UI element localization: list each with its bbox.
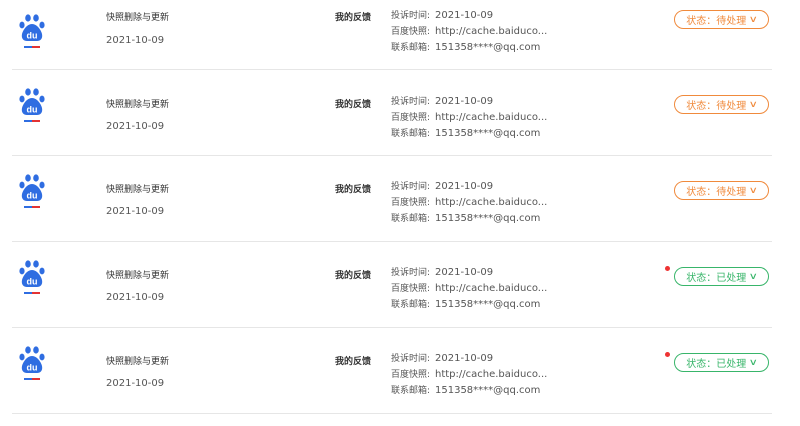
contact-email: 151358****@qq.com [435,42,541,53]
contact-email: 151358****@qq.com [435,128,541,139]
feedback-row[interactable]: du 快照删除与更新 2021-10-09 我的反馈 投诉时间: 2021-10-… [12,70,772,156]
svg-text:du: du [27,105,38,115]
complaint-time-label: 投诉时间: [391,354,431,364]
item-info: 投诉时间: 2021-10-09 百度快照: http://cache.baiduc… [391,351,547,399]
feedback-link[interactable]: 我的反馈 [335,268,371,281]
svg-text:du: du [27,277,38,287]
snapshot-url[interactable]: http://cache.baiduco... [435,283,547,294]
item-title: 快照删除与更新 [106,357,170,367]
contact-email: 151358****@qq.com [435,213,541,224]
unread-dot [665,266,670,271]
unread-dot [665,352,670,357]
status-label: 状态：待处理 [686,16,747,27]
feedback-link[interactable]: 我的反馈 [335,10,371,23]
chevron-down-icon: ∨ [748,99,759,110]
snapshot-url[interactable]: http://cache.baiduco... [435,112,547,123]
complaint-time-label: 投诉时间: [391,182,431,192]
contact-email: 151358****@qq.com [435,299,541,310]
snapshot-url[interactable]: http://cache.baiduco... [435,369,547,380]
snapshot-url[interactable]: http://cache.baiduco... [435,197,547,208]
status-dropdown[interactable]: 状态：待处理 ∨ [674,10,769,29]
feedback-row[interactable]: du 快照删除与更新 2021-10-09 我的反馈 投诉时间: 2021-10-… [12,156,772,242]
item-title: 快照删除与更新 [106,13,170,23]
chevron-down-icon: ∨ [748,14,759,25]
status-label: 状态：已处理 [686,273,747,284]
chevron-down-icon: ∨ [748,357,759,368]
baidu-logo-icon: du [18,259,46,297]
svg-text:du: du [27,363,38,373]
complaint-time-label: 投诉时间: [391,11,431,21]
feedback-row[interactable]: du 快照删除与更新 2021-10-09 我的反馈 投诉时间: 2021-10-… [12,328,772,414]
feedback-row[interactable]: du 快照删除与更新 2021-10-09 我的反馈 投诉时间: 2021-10-… [12,0,772,70]
item-title: 快照删除与更新 [106,271,170,281]
email-label: 联系邮箱: [391,214,431,224]
item-date: 2021-10-09 [106,292,165,303]
item-info: 投诉时间: 2021-10-09 百度快照: http://cache.baiduc… [391,94,547,142]
email-label: 联系邮箱: [391,43,431,53]
email-label: 联系邮箱: [391,129,431,139]
snapshot-url[interactable]: http://cache.baiduco... [435,26,547,37]
svg-text:du: du [27,191,38,201]
item-info: 投诉时间: 2021-10-09 百度快照: http://cache.baiduc… [391,179,547,227]
baidu-logo-icon: du [18,87,46,125]
item-date: 2021-10-09 [106,206,165,217]
status-dropdown[interactable]: 状态：已处理 ∨ [674,353,769,372]
email-label: 联系邮箱: [391,300,431,310]
email-label: 联系邮箱: [391,386,431,396]
complaint-time-label: 投诉时间: [391,268,431,278]
status-label: 状态：待处理 [686,101,747,112]
snapshot-label: 百度快照: [391,370,431,380]
complaint-time: 2021-10-09 [435,267,494,278]
status-dropdown[interactable]: 状态：已处理 ∨ [674,267,769,286]
item-info: 投诉时间: 2021-10-09 百度快照: http://cache.baiduc… [391,265,547,313]
feedback-link[interactable]: 我的反馈 [335,182,371,195]
item-date: 2021-10-09 [106,121,165,132]
complaint-time: 2021-10-09 [435,181,494,192]
chevron-down-icon: ∨ [748,271,759,282]
complaint-time-label: 投诉时间: [391,97,431,107]
item-date: 2021-10-09 [106,35,165,46]
feedback-row[interactable]: du 快照删除与更新 2021-10-09 我的反馈 投诉时间: 2021-10-… [12,242,772,328]
item-info: 投诉时间: 2021-10-09 百度快照: http://cache.baiduc… [391,8,547,56]
baidu-logo-icon: du [18,345,46,383]
complaint-time: 2021-10-09 [435,96,494,107]
chevron-down-icon: ∨ [748,185,759,196]
item-title: 快照删除与更新 [106,100,170,110]
snapshot-label: 百度快照: [391,198,431,208]
feedback-link[interactable]: 我的反馈 [335,354,371,367]
contact-email: 151358****@qq.com [435,385,541,396]
feedback-list: du 快照删除与更新 2021-10-09 我的反馈 投诉时间: 2021-10-… [0,0,800,414]
status-label: 状态：待处理 [686,187,747,198]
item-date: 2021-10-09 [106,378,165,389]
item-title: 快照删除与更新 [106,185,170,195]
snapshot-label: 百度快照: [391,113,431,123]
svg-text:du: du [27,31,38,41]
status-label: 状态：已处理 [686,359,747,370]
baidu-logo-icon: du [18,173,46,211]
snapshot-label: 百度快照: [391,27,431,37]
complaint-time: 2021-10-09 [435,10,494,21]
feedback-link[interactable]: 我的反馈 [335,97,371,110]
baidu-logo-icon: du [18,13,46,51]
complaint-time: 2021-10-09 [435,353,494,364]
snapshot-label: 百度快照: [391,284,431,294]
status-dropdown[interactable]: 状态：待处理 ∨ [674,95,769,114]
status-dropdown[interactable]: 状态：待处理 ∨ [674,181,769,200]
